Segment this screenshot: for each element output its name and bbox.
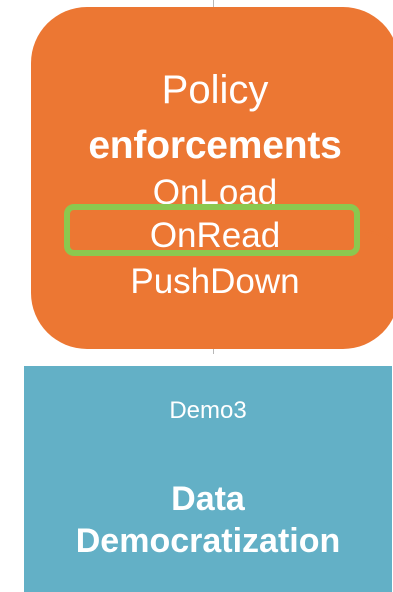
policy-enforcements-card: Policy enforcements OnLoad OnRead PushDo… bbox=[31, 7, 393, 349]
policy-item-pushdown: PushDown bbox=[130, 262, 300, 301]
policy-subtitle: enforcements bbox=[88, 124, 342, 167]
policy-title: Policy bbox=[161, 68, 269, 112]
demo3-card: Demo3 Data Democratization bbox=[24, 366, 392, 592]
arrow-stub-icon bbox=[360, 230, 393, 243]
demo-title: Data Democratization bbox=[24, 478, 392, 562]
demo-label: Demo3 bbox=[169, 397, 247, 424]
policy-item-onread: OnRead bbox=[149, 216, 281, 255]
demo-title-line1: Data bbox=[171, 480, 245, 518]
demo-title-line2: Democratization bbox=[75, 522, 341, 560]
